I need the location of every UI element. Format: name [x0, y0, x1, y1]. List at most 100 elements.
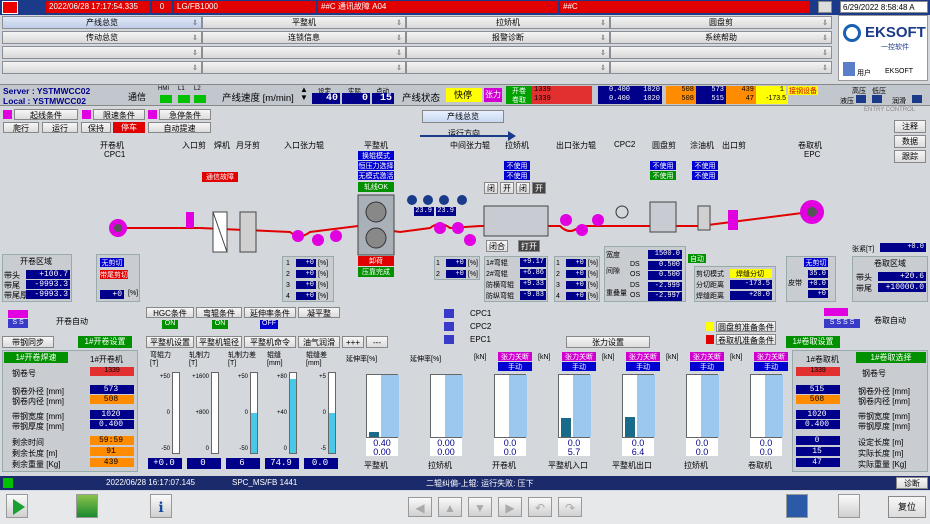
home-icon[interactable]	[2, 1, 18, 14]
oiler-body	[697, 205, 711, 231]
tz3-unit: [%]	[587, 259, 598, 267]
nav-empty-3[interactable]: ⇩	[406, 46, 610, 59]
tension-cond-button[interactable]: 延伸率条件	[244, 307, 296, 318]
auto-accel-button[interactable]: 自动提速	[148, 122, 211, 133]
info-icon[interactable]: ℹ	[150, 494, 172, 518]
play-icon[interactable]	[6, 494, 28, 518]
tension-mode-badge[interactable]: 张力关断	[754, 352, 788, 361]
tension-manual-badge[interactable]: 手动	[562, 362, 596, 371]
stop-button[interactable]: 停车	[113, 122, 145, 133]
speed-jog-value[interactable]: 15	[372, 93, 394, 104]
recoil-ready-button[interactable]: 卷取机准备条件	[716, 334, 776, 345]
bend-cond-button[interactable]: 弯辊条件	[196, 307, 242, 318]
tension-gauge-fill	[625, 417, 635, 437]
nav-empty-7[interactable]: ⇩	[406, 61, 610, 74]
print-icon[interactable]	[818, 1, 832, 13]
hgc-cond-button[interactable]: HGC条件	[146, 307, 194, 318]
leveler-cmd-button[interactable]: 平整机命令	[244, 336, 296, 348]
coil-row-uncoil: 开卷 1339 0.400 1020 508 573 439 1 接钢设备	[506, 86, 831, 95]
tz3-value: +0	[565, 259, 586, 267]
side-data-button[interactable]: 数据	[894, 135, 926, 148]
tension-manual-badge[interactable]: 手动	[690, 362, 724, 371]
crawl-button[interactable]: 爬行	[3, 122, 39, 133]
speed-cond-button[interactable]: 限速条件	[93, 109, 145, 120]
nav-empty-4[interactable]: ⇩	[610, 46, 832, 59]
tension-manual-badge[interactable]: 手动	[754, 362, 788, 371]
tail-shear-label: 带尾剪切	[100, 270, 128, 279]
left-id2-label: 钢卷内径 [mm]	[12, 397, 64, 406]
nav-empty-6[interactable]: ⇩	[202, 61, 406, 74]
undo-icon[interactable]: ↶	[528, 497, 552, 517]
uncoil-setting-button[interactable]: 1#开卷设置	[78, 336, 132, 348]
chevron-down-icon: ⇩	[396, 49, 402, 57]
arrow-right-icon[interactable]: ▶	[498, 497, 522, 517]
stop-cond-button[interactable]: 急停条件	[159, 109, 211, 120]
nav-disc-shear[interactable]: 圆盘剪 ⇩	[610, 16, 832, 29]
cpc2-mid-label: CPC2	[470, 322, 492, 331]
tension-mode-badge[interactable]: 张力关断	[690, 352, 724, 361]
nav-line-overview[interactable]: 产线总览 ⇩	[2, 16, 202, 29]
tension-mode-badge[interactable]: 张力关断	[562, 352, 596, 361]
nav-empty-5[interactable]: ⇩	[2, 61, 202, 74]
nav-system-help[interactable]: 系统帮助 ⇩	[610, 31, 832, 44]
tension-manual-badge[interactable]: 手动	[626, 362, 660, 371]
mid-row-2-label: 2#弯辊	[486, 271, 508, 278]
mid-row-1-label: 1#弯辊	[486, 260, 508, 267]
tension-mode-badge[interactable]: 张力关断	[498, 352, 532, 361]
nav-empty-1[interactable]: ⇩	[2, 46, 202, 59]
hold-button[interactable]: 保持	[81, 122, 111, 133]
redo-icon[interactable]: ↷	[558, 497, 582, 517]
disc-ready-button[interactable]: 圆盘剪准备条件	[716, 321, 776, 332]
run-button[interactable]: 运行	[42, 122, 78, 133]
tz2-row: 2 +0 [%]	[436, 269, 478, 279]
transfer-icon[interactable]	[76, 494, 98, 518]
tension-mode-badge[interactable]: 张力关断	[626, 352, 660, 361]
tension-manual-badge[interactable]: 手动	[498, 362, 532, 371]
gauge-tick: -50	[239, 446, 248, 452]
minus-button[interactable]: ---	[366, 336, 388, 348]
nav-empty-2[interactable]: ⇩	[202, 46, 406, 59]
tension-setting-button[interactable]: 张力设置	[566, 336, 650, 348]
printer-icon[interactable]	[838, 494, 860, 518]
arrow-up-icon[interactable]: ▲	[438, 497, 462, 517]
header-alarm[interactable]: ##C 通讯故障 A04	[318, 1, 558, 13]
speed-set-value[interactable]: 40	[312, 93, 340, 104]
left-rl-value: 91	[90, 447, 134, 456]
server-label: Server : YSTMWCC02	[3, 86, 91, 96]
chevron-down-icon: ⇩	[600, 64, 606, 72]
nav-interlock[interactable]: 连锁信息 ⇩	[202, 31, 406, 44]
gauge-tick: +5	[319, 374, 326, 380]
right-w-value: 1020	[796, 410, 840, 419]
nav-straightener[interactable]: 拉矫机 ⇩	[406, 16, 610, 29]
uncoil-auto-label: 开卷自动	[56, 317, 88, 326]
header-alarm2[interactable]: ##C	[560, 1, 810, 13]
entry-shear-icon	[186, 212, 194, 228]
threading-cond-button[interactable]: 起线条件	[14, 109, 78, 120]
gauge-value: 0.0	[304, 458, 338, 469]
speed-arrows-icon[interactable]: ▲ ▼	[300, 86, 308, 102]
arrow-left-icon[interactable]: ◀	[408, 497, 432, 517]
leveler-setting-button[interactable]: 平整机设置	[146, 336, 194, 348]
nav-drive-overview[interactable]: 传动总览 ⇩	[2, 31, 202, 44]
nav-empty-8[interactable]: ⇩	[610, 61, 832, 74]
leveler-roll-button[interactable]: 平整机辊径	[196, 336, 242, 348]
line-overview-button[interactable]: 产线总览	[422, 110, 504, 123]
tension-gauge-fill	[369, 432, 379, 437]
gauge-fill	[329, 413, 335, 453]
diag-button[interactable]: 诊断	[896, 477, 928, 489]
oil-lube-button[interactable]: 油气润滑	[298, 336, 340, 348]
plus-button[interactable]: +++	[342, 336, 364, 348]
strip-sync-button[interactable]: 带钢同步	[2, 336, 54, 348]
right-al-label: 实际长度 [m]	[858, 449, 904, 458]
nav-leveler[interactable]: 平整机 ⇩	[202, 16, 406, 29]
nav-alarm-diag[interactable]: 报警诊断 ⇩	[406, 31, 610, 44]
window-icon[interactable]	[786, 494, 808, 518]
side-track-button[interactable]: 跟踪	[894, 150, 926, 163]
arrow-down-icon[interactable]: ▼	[468, 497, 492, 517]
uncoil-auto-icon	[8, 310, 28, 318]
reset-button[interactable]: 复位	[888, 496, 926, 518]
flatten-button[interactable]: 凝平整	[298, 307, 340, 318]
side-note-button[interactable]: 注释	[894, 120, 926, 133]
recoil-setting-button[interactable]: 1#卷取设置	[786, 336, 840, 348]
mid-row-1-value: +9.17	[520, 258, 546, 267]
